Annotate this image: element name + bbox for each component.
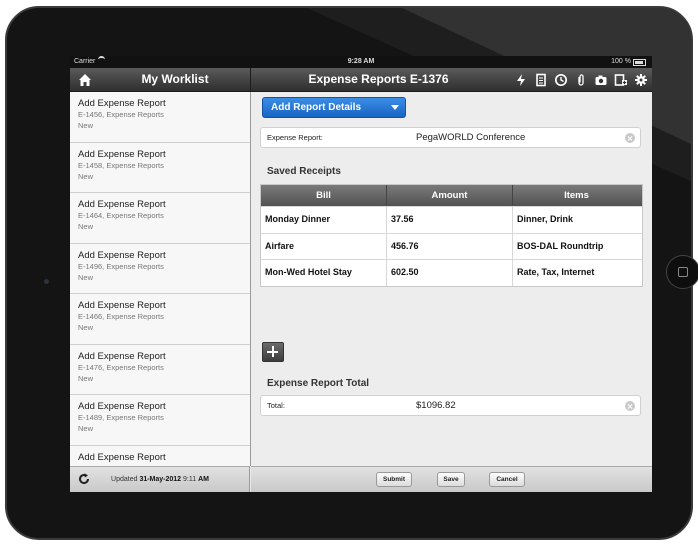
receipt-items: Rate, Tax, Internet [517, 267, 595, 277]
worklist-item-status: New [78, 373, 94, 383]
gear-icon[interactable] [634, 73, 648, 87]
app-screen: Carrier 9:28 AM 100 % My Worklist Expens… [70, 56, 652, 492]
navigation-bar: My Worklist Expense Reports E-1376 [70, 68, 652, 92]
expense-report-value: PegaWORLD Conference [416, 132, 526, 143]
clear-icon[interactable] [625, 133, 635, 143]
receipt-amount: 602.50 [387, 260, 513, 286]
report-panel: Add Report Details Expense Report: PegaW… [251, 92, 652, 466]
document-icon[interactable] [534, 73, 548, 87]
cancel-button[interactable]: Cancel [489, 472, 525, 487]
worklist-item[interactable]: Add Expense Report E-1458, Expense Repor… [70, 143, 250, 193]
receipt-amount: 456.76 [387, 233, 513, 259]
worklist-item-title: Add Expense Report [78, 98, 166, 109]
receipt-bill: Monday Dinner [261, 207, 387, 233]
worklist-item[interactable]: Add Expense Report E-1476, Expense Repor… [70, 345, 250, 395]
worklist-item[interactable]: Add Expense Report E-1489, Expense Repor… [70, 395, 250, 446]
home-icon[interactable] [78, 73, 92, 87]
camera-icon[interactable] [594, 73, 608, 87]
saved-receipts-title: Saved Receipts [267, 166, 341, 177]
worklist-item-subtitle: E-1489, Expense Reports [78, 413, 164, 422]
chevron-down-icon [391, 105, 399, 110]
worklist-item-status: New [78, 222, 94, 231]
add-report-details-button[interactable]: Add Report Details [262, 97, 406, 118]
receipt-items: Dinner, Drink [517, 214, 574, 224]
expense-report-total-title: Expense Report Total [267, 378, 370, 389]
attachment-icon[interactable] [574, 73, 588, 87]
add-receipt-button[interactable] [262, 342, 284, 362]
table-row[interactable]: Mon-Wed Hotel Stay 602.50 Rate, Tax, Int… [261, 259, 642, 286]
clear-icon[interactable] [625, 401, 635, 411]
worklist-item-title: Add Expense Report [78, 148, 166, 160]
last-updated-label: Updated 31-May-2012 9:11 AM [111, 476, 209, 483]
battery-percent: 100 % [611, 58, 631, 65]
clock-label: 9:28 AM [347, 58, 375, 65]
worklist-item-title: Add Expense Report [78, 199, 166, 210]
report-title: Expense Reports E-1376 [308, 72, 449, 86]
worklist-item-title: Add Expense Report [78, 350, 166, 362]
expense-report-field[interactable]: Expense Report: PegaWORLD Conference [260, 127, 641, 148]
history-icon[interactable] [554, 73, 568, 87]
worklist-item[interactable]: Add Expense Report E-1496, Expense Repor… [70, 244, 250, 294]
page: Carrier 9:28 AM 100 % My Worklist Expens… [0, 0, 698, 544]
worklist-item-subtitle: E-1466, Expense Reports [78, 312, 164, 321]
worklist-item-title: Add Expense Report [78, 401, 166, 412]
home-square-icon [678, 267, 688, 277]
battery-icon [633, 58, 646, 66]
toolbar-icons [514, 68, 648, 91]
submit-button[interactable]: Submit [376, 472, 412, 487]
status-bar: Carrier 9:28 AM 100 % [70, 56, 652, 68]
new-item-icon[interactable] [614, 73, 628, 87]
worklist-item-status: New [78, 171, 94, 181]
worklist-item-status: New [78, 121, 94, 130]
worklist-item[interactable]: Add Expense Report E-1466, Expense Repor… [70, 294, 250, 345]
action-toolbar: Submit Save Cancel [251, 466, 652, 492]
total-label: Total: [267, 401, 285, 410]
receipt-bill: Mon-Wed Hotel Stay [261, 260, 387, 286]
worklist-item-title: Add Expense Report [78, 249, 166, 261]
worklist-item-status: New [78, 272, 94, 282]
column-header-bill: Bill [261, 185, 387, 206]
total-field[interactable]: Total: $1096.82 [260, 395, 641, 416]
worklist-item[interactable]: Add Expense Report E-1456, Expense Repor… [70, 92, 250, 143]
worklist-item-subtitle: E-1458, Expense Reports [78, 160, 164, 170]
front-camera [44, 279, 49, 284]
home-button[interactable] [666, 255, 698, 289]
column-header-amount: Amount [387, 185, 513, 206]
worklist-item[interactable]: Add Expense Report E-1464, Expense Repor… [70, 193, 250, 244]
worklist-footer: Updated 31-May-2012 9:11 AM [70, 466, 250, 492]
receipt-bill: Airfare [261, 233, 387, 259]
worklist-item[interactable]: Add Expense Report [70, 446, 250, 467]
worklist-item-subtitle: E-1476, Expense Reports [78, 362, 164, 372]
total-value: $1096.82 [416, 400, 456, 411]
worklist-item-subtitle: E-1456, Expense Reports [78, 110, 164, 119]
worklist-header: My Worklist [70, 68, 251, 91]
worklist-item-subtitle: E-1464, Expense Reports [78, 211, 164, 220]
worklist-item-subtitle: E-1496, Expense Reports [78, 261, 164, 271]
worklist-item-title: Add Expense Report [78, 451, 166, 463]
worklist-item-status: New [78, 323, 94, 332]
add-report-details-label: Add Report Details [271, 102, 362, 113]
worklist-title: My Worklist [141, 72, 209, 86]
worklist-item-title: Add Expense Report [78, 300, 166, 311]
save-button[interactable]: Save [437, 472, 465, 487]
battery-indicator: 100 % [611, 56, 646, 68]
table-row[interactable]: Airfare 456.76 BOS-DAL Roundtrip [261, 232, 642, 259]
table-header: Bill Amount Items [261, 185, 642, 206]
flash-icon[interactable] [514, 73, 528, 87]
table-row[interactable]: Monday Dinner 37.56 Dinner, Drink [261, 206, 642, 233]
worklist-item-status: New [78, 424, 94, 433]
receipt-items: BOS-DAL Roundtrip [517, 240, 604, 251]
worklist-panel: Add Expense Report E-1456, Expense Repor… [70, 92, 251, 466]
receipt-amount: 37.56 [387, 207, 513, 233]
expense-report-label: Expense Report: [267, 133, 323, 142]
column-header-items: Items [564, 190, 589, 201]
saved-receipts-table: Bill Amount Items Monday Dinner 37.56 Di… [260, 184, 643, 287]
